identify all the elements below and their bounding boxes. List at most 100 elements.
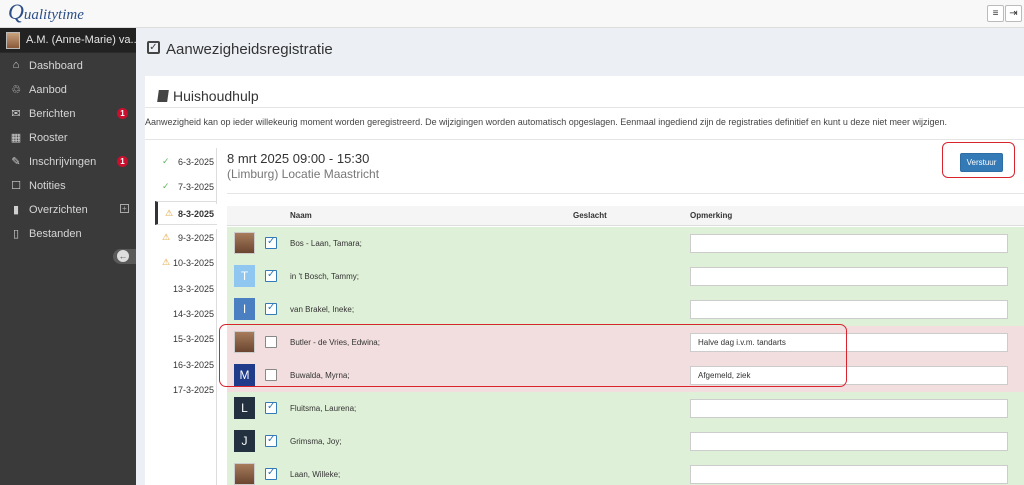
hamburger-icon[interactable]: ≡: [987, 5, 1004, 22]
divider: [227, 193, 1024, 194]
panel-title-text: Huishoudhulp: [173, 88, 259, 104]
sidebar-item-overzichten[interactable]: ▮ Overzichten +: [0, 198, 136, 222]
date-label: 7-3-2025: [177, 182, 214, 192]
user-profile[interactable]: A.M. (Anne-Marie) va...: [0, 28, 140, 53]
presence-checkbox[interactable]: [265, 302, 277, 315]
sidebar-item-bestanden[interactable]: ▯ Bestanden: [0, 222, 136, 246]
warning-icon: ⚠: [162, 257, 171, 267]
notification-badge: 1: [117, 156, 128, 167]
date-tab[interactable]: 16-3-2025: [155, 353, 217, 377]
info-text: Aanwezigheid kan op ieder willekeurig mo…: [145, 117, 947, 127]
date-label: 6-3-2025: [177, 157, 214, 167]
participant-name: Grimsma, Joy;: [290, 437, 342, 446]
sidebar-item-aanbod[interactable]: ♲ Aanbod: [0, 78, 136, 102]
bar-chart-icon: ▮: [12, 204, 20, 216]
participant-name: in 't Bosch, Tammy;: [290, 272, 359, 281]
sidebar-item-dashboard[interactable]: ⌂ Dashboard: [0, 54, 136, 78]
sidebar-item-rooster[interactable]: ▦ Rooster: [0, 126, 136, 150]
column-header-name: Naam: [290, 211, 312, 220]
presence-checkbox[interactable]: [265, 467, 277, 480]
avatar: [234, 463, 255, 485]
expand-icon[interactable]: +: [120, 204, 129, 213]
date-tab[interactable]: ⚠ 10-3-2025: [155, 251, 217, 275]
page-header: ✓ Aanwezigheidsregistratie: [136, 28, 1024, 72]
table-row: Bos - Laan, Tamara;: [227, 227, 1024, 260]
presence-checkbox[interactable]: [265, 269, 277, 282]
remark-input[interactable]: [690, 399, 1008, 418]
date-tab[interactable]: 13-3-2025: [155, 277, 217, 301]
date-label: 15-3-2025: [172, 334, 214, 344]
check-icon: ✓: [162, 156, 170, 166]
notification-badge: 1: [117, 108, 128, 119]
sidebar-item-inschrijvingen[interactable]: ✎ Inschrijvingen 1: [0, 150, 136, 174]
qualitytime-logo[interactable]: Qualitytime: [8, 0, 84, 24]
table-row: L Fluitsma, Laurena;: [227, 392, 1024, 425]
date-tab[interactable]: ✓ 7-3-2025: [155, 175, 217, 199]
remark-input[interactable]: [690, 300, 1008, 319]
avatar: [234, 232, 255, 254]
top-bar: Qualitytime ≡ ⇥: [0, 0, 1024, 28]
presence-checkbox[interactable]: [265, 236, 277, 249]
table-row: Laan, Willeke;: [227, 458, 1024, 485]
logo-initial: Q: [8, 0, 24, 24]
remark-input[interactable]: [690, 465, 1008, 484]
date-list-border: [216, 148, 217, 204]
date-label: 16-3-2025: [172, 360, 214, 370]
session-datetime: 8 mrt 2025 09:00 - 15:30: [227, 151, 370, 166]
avatar: T: [234, 265, 255, 287]
presence-checkbox[interactable]: [265, 401, 277, 414]
logo-text: ualitytime: [23, 7, 84, 23]
column-header-gender: Geslacht: [573, 211, 607, 220]
divider: [145, 139, 1024, 140]
date-tab[interactable]: ⚠ 8-3-2025: [155, 201, 217, 225]
remark-input[interactable]: [690, 432, 1008, 451]
check-icon: ✓: [162, 181, 170, 191]
avatar: L: [234, 397, 255, 419]
participant-name: Fluitsma, Laurena;: [290, 404, 357, 413]
sidebar-item-label: Notities: [29, 180, 66, 192]
column-header-remark: Opmerking: [690, 211, 733, 220]
date-tab[interactable]: 14-3-2025: [155, 302, 217, 326]
logout-icon[interactable]: ⇥: [1005, 5, 1022, 22]
date-tab[interactable]: ⚠ 9-3-2025: [155, 226, 217, 250]
sidebar-item-berichten[interactable]: ✉ Berichten 1: [0, 102, 136, 126]
remark-input[interactable]: [690, 234, 1008, 253]
highlight-ring: [219, 324, 847, 387]
sidebar-item-label: Rooster: [29, 132, 68, 144]
panel-title: Huishoudhulp: [157, 88, 259, 104]
participant-name: Bos - Laan, Tamara;: [290, 239, 362, 248]
table-row: J Grimsma, Joy;: [227, 425, 1024, 458]
remark-input[interactable]: [690, 267, 1008, 286]
chat-icon: ✉: [11, 108, 21, 120]
date-label: 9-3-2025: [177, 233, 214, 243]
date-label: 14-3-2025: [172, 309, 214, 319]
bicycle-icon: ♲: [11, 84, 21, 96]
table-row: Tin 't Bosch, Tammy;: [227, 260, 1024, 293]
participant-name: van Brakel, Ineke;: [290, 305, 355, 314]
session-location: (Limburg) Locatie Maastricht: [227, 167, 380, 181]
user-name: A.M. (Anne-Marie) va...: [26, 34, 140, 46]
sidebar: A.M. (Anne-Marie) va... ⌂ Dashboard ♲ Aanbo…: [0, 28, 140, 485]
date-label: 10-3-2025: [172, 258, 214, 268]
book-icon: [157, 90, 169, 102]
check-square-icon: ✓: [147, 41, 160, 54]
date-tab[interactable]: 17-3-2025: [155, 378, 217, 402]
date-tab[interactable]: 15-3-2025: [155, 327, 217, 351]
table-row: Ivan Brakel, Ineke;: [227, 293, 1024, 326]
presence-checkbox[interactable]: [265, 434, 277, 447]
collapse-sidebar-button[interactable]: ←: [113, 249, 136, 264]
sidebar-item-label: Aanbod: [29, 84, 67, 96]
file-icon: ▯: [12, 228, 20, 240]
sidebar-item-label: Overzichten: [29, 204, 88, 216]
avatar: [6, 32, 20, 49]
page-title: Aanwezigheidsregistratie: [166, 41, 333, 58]
submit-button[interactable]: Verstuur: [960, 153, 1003, 172]
participant-name: Laan, Willeke;: [290, 470, 341, 479]
sidebar-item-label: Berichten: [29, 108, 76, 120]
date-tab[interactable]: ✓ 6-3-2025: [155, 150, 217, 174]
avatar: I: [234, 298, 255, 320]
note-icon: ☐: [11, 180, 21, 192]
sidebar-item-notities[interactable]: ☐ Notities: [0, 174, 136, 198]
warning-icon: ⚠: [165, 208, 174, 218]
home-icon: ⌂: [12, 59, 20, 71]
